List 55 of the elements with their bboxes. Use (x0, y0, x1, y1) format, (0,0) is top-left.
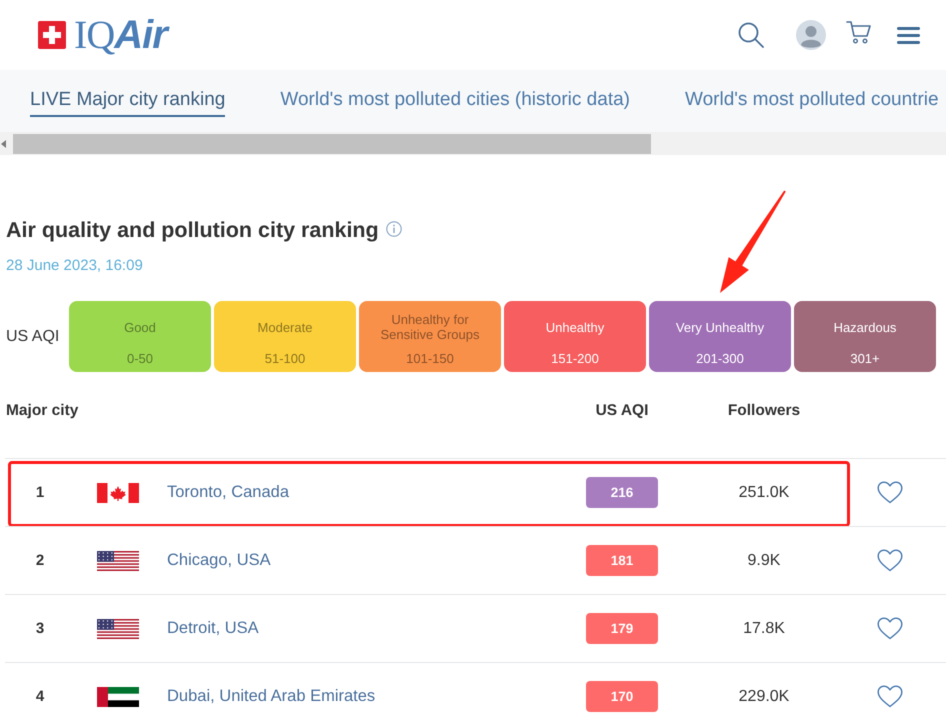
heart-icon[interactable] (877, 549, 903, 572)
heart-icon[interactable] (877, 481, 903, 504)
aqi-level-name: Good (124, 318, 156, 336)
followers-count: 229.0K (738, 688, 790, 706)
aqi-level-range: 51-100 (264, 351, 306, 366)
usa-flag-icon (97, 618, 139, 638)
info-icon[interactable] (386, 221, 402, 237)
aqi-level-range: 151-200 (551, 351, 599, 366)
city-link[interactable]: Dubai, United Arab Emirates (167, 687, 376, 705)
city-link[interactable]: Detroit, USA (167, 619, 259, 637)
rank-number: 2 (36, 552, 44, 569)
tab[interactable]: World's most polluted countrie (685, 85, 939, 117)
usa-flag-icon (97, 550, 139, 570)
tab[interactable]: LIVE Major city ranking (30, 85, 226, 117)
column-header: Major city (5, 402, 78, 420)
avatar-icon[interactable] (796, 20, 826, 50)
aqi-level-name: Hazardous (834, 318, 896, 336)
column-header: US AQI (596, 402, 648, 420)
heart-icon[interactable] (877, 685, 903, 708)
aqi-level-range: 101-150 (406, 351, 454, 366)
rank-number: 4 (36, 688, 44, 705)
heart-icon[interactable] (877, 617, 903, 640)
aqi-level-name: Very Unhealthy (676, 318, 764, 337)
uae-flag-icon (97, 686, 139, 706)
aqi-badge: 170 (586, 681, 658, 712)
followers-count: 9.9K (748, 552, 780, 570)
swiss-cross-logo-icon (38, 21, 66, 49)
menu-icon[interactable] (897, 26, 920, 44)
aqi-badge: 216 (586, 477, 658, 508)
search-icon[interactable] (738, 22, 764, 48)
brand-logo[interactable]: IQAir (74, 15, 167, 55)
aqi-level-range: 0-50 (126, 351, 154, 366)
column-header: Followers (728, 402, 800, 420)
aqi-level-range: 201-300 (696, 351, 744, 366)
rank-number: 1 (36, 484, 44, 501)
page-title: Air quality and pollution city ranking (6, 217, 379, 243)
aqi-level-name: Unhealthy for Sensitive Groups (380, 311, 480, 343)
aqi-level-name: Moderate (258, 318, 312, 336)
aqi-level-name: Unhealthy (546, 318, 604, 337)
update-timestamp: 28 June 2023, 16:09 (6, 256, 143, 276)
tab[interactable]: World's most polluted cities (historic data) (280, 85, 630, 117)
cart-icon[interactable] (846, 20, 871, 44)
aqi-badge: 181 (586, 545, 658, 576)
scrollbar-thumb[interactable] (13, 134, 651, 154)
horizontal-scrollbar[interactable] (0, 132, 946, 155)
followers-count: 251.0K (738, 484, 790, 502)
followers-count: 17.8K (743, 620, 785, 638)
aqi-level-range: 301+ (850, 351, 880, 366)
canada-flag-icon (97, 482, 139, 502)
aqi-badge: 179 (586, 613, 658, 644)
city-link[interactable]: Toronto, Canada (167, 483, 290, 501)
rank-number: 3 (36, 620, 44, 637)
city-link[interactable]: Chicago, USA (167, 551, 271, 569)
scroll-left-icon[interactable] (1, 140, 6, 148)
legend-label: US AQI (5, 328, 60, 346)
